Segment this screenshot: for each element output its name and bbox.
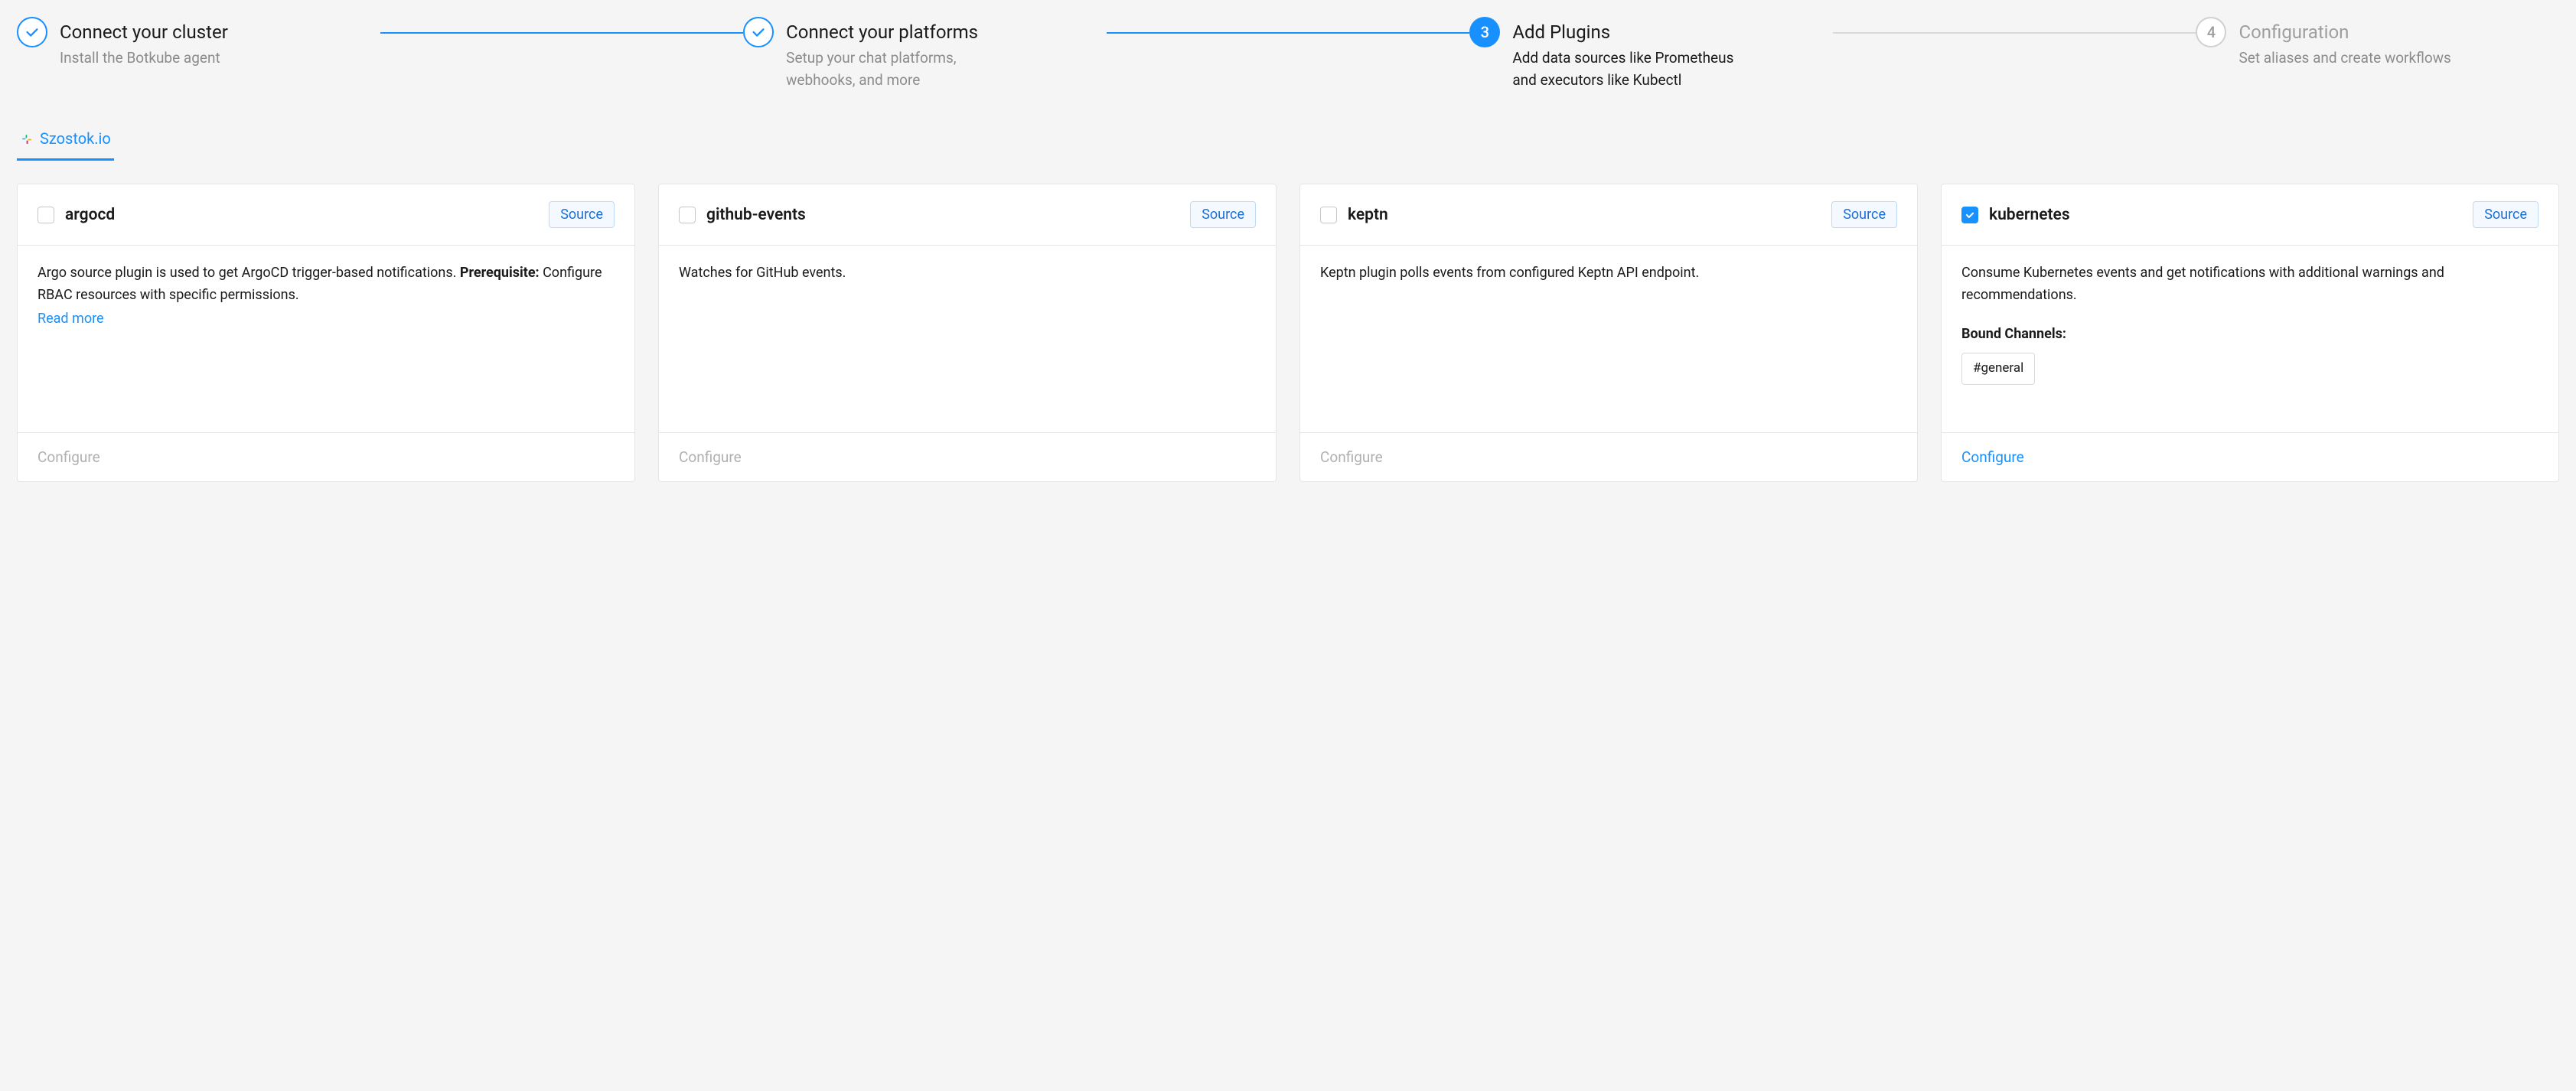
stepper: Connect your cluster Install the Botkube… [17, 17, 2559, 91]
step-title: Connect your cluster [60, 21, 228, 43]
plugin-description: Keptn plugin polls events from configure… [1300, 246, 1917, 432]
plugin-card-github-events: github-events Source Watches for GitHub … [658, 184, 1277, 482]
tab-label: Szostok.io [40, 129, 111, 148]
plugin-description: Argo source plugin is used to get ArgoCD… [18, 246, 634, 432]
configure-button[interactable]: Configure [1961, 448, 2024, 466]
bound-channel-chip: #general [1961, 353, 2035, 384]
step-number-icon: 4 [2196, 17, 2226, 47]
plugin-name: kubernetes [1989, 206, 2070, 224]
step-connector [380, 32, 744, 34]
step-desc: Add data sources like Prometheus and exe… [1512, 47, 1742, 91]
plugin-checkbox[interactable] [679, 207, 696, 223]
step-connector [1107, 32, 1470, 34]
plugin-checkbox[interactable] [1961, 207, 1978, 223]
plugin-name: argocd [65, 206, 115, 224]
step-connect-cluster[interactable]: Connect your cluster Install the Botkube… [17, 17, 380, 70]
plugin-description: Watches for GitHub events. [659, 246, 1276, 432]
step-title: Connect your platforms [786, 21, 1016, 43]
plugin-description: Consume Kubernetes events and get notifi… [1942, 246, 2558, 432]
step-title: Configuration [2239, 21, 2450, 43]
step-connect-platforms[interactable]: Connect your platforms Setup your chat p… [743, 17, 1107, 91]
step-number-icon: 3 [1469, 17, 1500, 47]
check-circle-icon [743, 17, 774, 47]
plugin-name: github-events [706, 206, 806, 224]
tab-szostok[interactable]: Szostok.io [17, 129, 114, 161]
read-more-link[interactable]: Read more [37, 308, 104, 331]
plugin-checkbox[interactable] [1320, 207, 1337, 223]
step-add-plugins[interactable]: 3 Add Plugins Add data sources like Prom… [1469, 17, 1833, 91]
bound-channels-label: Bound Channels: [1961, 324, 2539, 346]
step-desc: Setup your chat platforms, webhooks, and… [786, 47, 1016, 91]
platform-tabs: Szostok.io [17, 129, 2559, 161]
source-badge: Source [2473, 201, 2539, 228]
plugin-card-argocd: argocd Source Argo source plugin is used… [17, 184, 635, 482]
step-desc: Install the Botkube agent [60, 47, 228, 70]
slack-icon [20, 132, 34, 145]
configure-button: Configure [37, 448, 100, 466]
plugin-card-keptn: keptn Source Keptn plugin polls events f… [1299, 184, 1918, 482]
configure-button: Configure [1320, 448, 1383, 466]
configure-button: Configure [679, 448, 742, 466]
plugin-checkbox[interactable] [37, 207, 54, 223]
plugin-cards: argocd Source Argo source plugin is used… [17, 184, 2559, 482]
source-badge: Source [549, 201, 615, 228]
step-desc: Set aliases and create workflows [2239, 47, 2450, 70]
step-title: Add Plugins [1512, 21, 1742, 43]
check-circle-icon [17, 17, 47, 47]
step-configuration[interactable]: 4 Configuration Set aliases and create w… [2196, 17, 2559, 70]
plugin-card-kubernetes: kubernetes Source Consume Kubernetes eve… [1941, 184, 2559, 482]
source-badge: Source [1831, 201, 1897, 228]
step-connector [1833, 32, 2196, 34]
plugin-name: keptn [1348, 206, 1388, 224]
source-badge: Source [1190, 201, 1256, 228]
